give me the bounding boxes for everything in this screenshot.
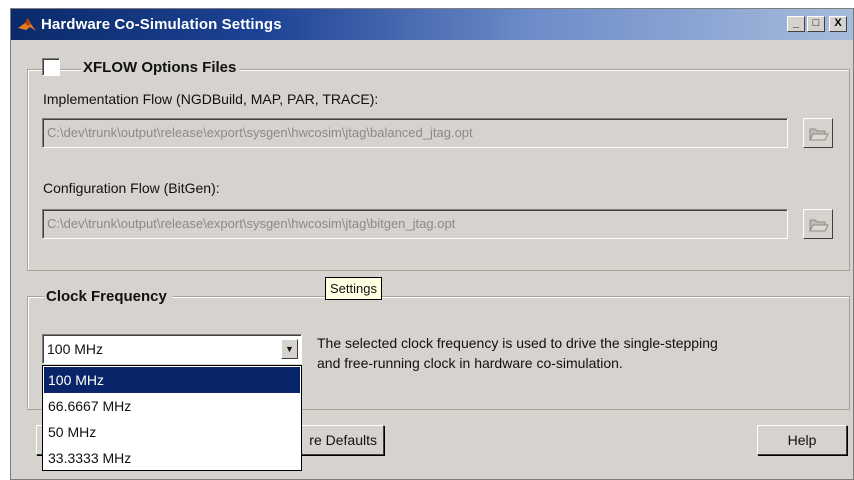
minimize-button[interactable]: _ [787,16,805,32]
xflow-checkbox-label: XFLOW Options Files [81,59,241,76]
maximize-button[interactable]: □ [807,16,825,32]
matlab-icon [18,18,36,31]
dropdown-option-66-mhz[interactable]: 66.6667 MHz [44,393,300,419]
chevron-down-icon[interactable]: ▼ [281,339,298,359]
dropdown-option-100-mhz[interactable]: 100 MHz [44,367,300,393]
dropdown-option-33-mhz[interactable]: 33.3333 MHz [44,445,300,471]
clock-description-line-2: and free-running clock in hardware co-si… [317,355,623,371]
help-button[interactable]: Help [757,425,847,455]
clock-frequency-dropdown: 100 MHz 66.6667 MHz 50 MHz 33.3333 MHz [42,365,302,471]
settings-tooltip: Settings [325,277,382,300]
folder-open-icon [809,219,829,232]
dropdown-option-50-mhz[interactable]: 50 MHz [44,419,300,445]
close-button[interactable]: X [829,16,847,32]
impl-browse-button[interactable] [803,118,833,148]
impl-flow-label: Implementation Flow (NGDBuild, MAP, PAR,… [43,91,379,107]
clock-frequency-title: Clock Frequency [44,288,173,305]
config-flow-label: Configuration Flow (BitGen): [43,180,220,196]
folder-open-icon [809,128,829,141]
title-bar: Hardware Co-Simulation Settings _ □ X [11,9,853,40]
config-flow-field[interactable]: C:\dev\trunk\output\release\export\sysge… [42,209,788,239]
impl-flow-field[interactable]: C:\dev\trunk\output\release\export\sysge… [42,118,788,148]
clock-description: The selected clock frequency is used to … [317,333,718,373]
config-browse-button[interactable] [803,209,833,239]
clock-description-line-1: The selected clock frequency is used to … [317,335,718,351]
xflow-checkbox[interactable] [42,58,60,76]
window-title: Hardware Co-Simulation Settings [41,16,282,33]
clock-frequency-value: 100 MHz [47,341,104,357]
clock-frequency-select[interactable]: 100 MHz ▼ [42,334,302,364]
